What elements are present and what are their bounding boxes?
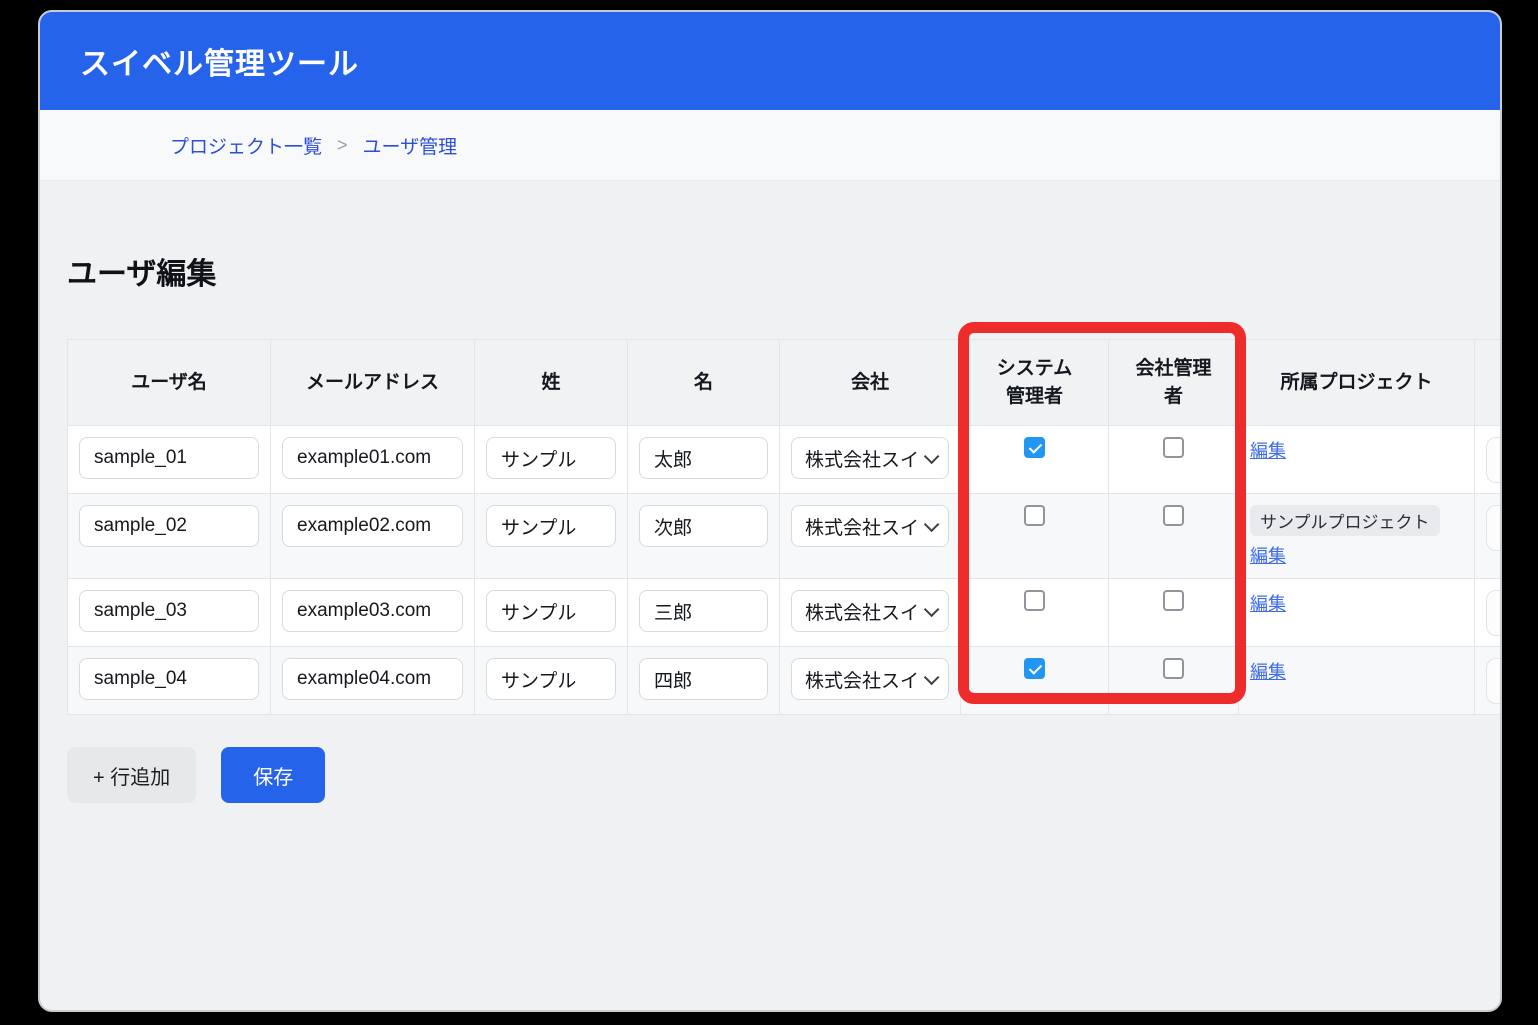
username-input[interactable] xyxy=(79,437,259,479)
company-select-value: 株式会社スイ xyxy=(805,598,919,625)
main-content: ユーザ編集 ユーザ名 メールアドレス 姓 名 会社 システム 管理者 会社管理 … xyxy=(40,249,1500,803)
username-input[interactable] xyxy=(79,590,259,632)
change-button[interactable]: 変更 xyxy=(1486,437,1502,483)
company-admin-checkbox[interactable] xyxy=(1163,505,1184,526)
app-header: スイベル管理ツール xyxy=(40,12,1500,110)
chevron-down-icon xyxy=(924,448,940,464)
company-select-value: 株式会社スイ xyxy=(805,513,919,540)
chevron-down-icon xyxy=(924,516,940,532)
header-first-name: 名 xyxy=(628,340,780,426)
last-name-input[interactable] xyxy=(486,590,616,632)
edit-projects-link[interactable]: 編集 xyxy=(1250,658,1286,684)
change-button[interactable]: 変更 xyxy=(1486,505,1502,551)
email-input[interactable] xyxy=(282,505,463,547)
system-admin-checkbox[interactable] xyxy=(1024,658,1045,679)
company-select[interactable]: 株式会社スイ xyxy=(791,505,949,547)
edit-projects-link[interactable]: 編集 xyxy=(1250,590,1286,616)
company-admin-checkbox[interactable] xyxy=(1163,658,1184,679)
header-last-name: 姓 xyxy=(475,340,628,426)
company-select[interactable]: 株式会社スイ xyxy=(791,658,949,700)
header-company: 会社 xyxy=(780,340,961,426)
username-input[interactable] xyxy=(79,658,259,700)
breadcrumb-separator: > xyxy=(337,135,348,156)
table-header-row: ユーザ名 メールアドレス 姓 名 会社 システム 管理者 会社管理 者 所属プロ… xyxy=(68,340,1503,426)
header-actions xyxy=(1475,340,1503,426)
first-name-input[interactable] xyxy=(639,505,768,547)
header-username: ユーザ名 xyxy=(68,340,271,426)
header-system-admin: システム 管理者 xyxy=(961,340,1109,426)
last-name-input[interactable] xyxy=(486,505,616,547)
change-button[interactable]: 変更 xyxy=(1486,658,1502,704)
header-projects: 所属プロジェクト xyxy=(1239,340,1475,426)
edit-projects-link[interactable]: 編集 xyxy=(1250,542,1286,568)
last-name-input[interactable] xyxy=(486,658,616,700)
table-row: 株式会社スイ 編集 変更 xyxy=(68,426,1503,494)
email-input[interactable] xyxy=(282,658,463,700)
page-title: ユーザ編集 xyxy=(67,249,1500,293)
app-window: スイベル管理ツール プロジェクト一覧 > ユーザ管理 ユーザ編集 ユーザ名 メー… xyxy=(38,10,1502,1012)
add-row-button[interactable]: + 行追加 xyxy=(67,747,196,803)
email-input[interactable] xyxy=(282,437,463,479)
email-input[interactable] xyxy=(282,590,463,632)
project-tag: サンプルプロジェクト xyxy=(1250,505,1440,536)
breadcrumb: プロジェクト一覧 > ユーザ管理 xyxy=(40,110,1500,181)
header-company-admin: 会社管理 者 xyxy=(1109,340,1239,426)
company-admin-checkbox[interactable] xyxy=(1163,590,1184,611)
app-title: スイベル管理ツール xyxy=(80,39,359,83)
table-actions: + 行追加 保存 xyxy=(67,747,1500,803)
company-select[interactable]: 株式会社スイ xyxy=(791,437,949,479)
edit-projects-link[interactable]: 編集 xyxy=(1250,437,1286,463)
system-admin-checkbox[interactable] xyxy=(1024,505,1045,526)
table-row: 株式会社スイ 編集 変更 xyxy=(68,579,1503,647)
user-table: ユーザ名 メールアドレス 姓 名 会社 システム 管理者 会社管理 者 所属プロ… xyxy=(67,339,1502,715)
breadcrumb-projects-link[interactable]: プロジェクト一覧 xyxy=(170,132,322,159)
company-admin-checkbox[interactable] xyxy=(1163,437,1184,458)
system-admin-checkbox[interactable] xyxy=(1024,590,1045,611)
header-email: メールアドレス xyxy=(271,340,475,426)
change-button[interactable]: 変更 xyxy=(1486,590,1502,636)
first-name-input[interactable] xyxy=(639,658,768,700)
table-row: 株式会社スイ 編集 変更 xyxy=(68,647,1503,715)
last-name-input[interactable] xyxy=(486,437,616,479)
breadcrumb-user-management-link[interactable]: ユーザ管理 xyxy=(363,132,458,159)
system-admin-checkbox[interactable] xyxy=(1024,437,1045,458)
save-button[interactable]: 保存 xyxy=(221,747,325,803)
username-input[interactable] xyxy=(79,505,259,547)
chevron-down-icon xyxy=(924,669,940,685)
table-row: 株式会社スイ サンプルプロジェクト編集 変更 xyxy=(68,494,1503,579)
company-select[interactable]: 株式会社スイ xyxy=(791,590,949,632)
first-name-input[interactable] xyxy=(639,590,768,632)
company-select-value: 株式会社スイ xyxy=(805,666,919,693)
chevron-down-icon xyxy=(924,601,940,617)
first-name-input[interactable] xyxy=(639,437,768,479)
company-select-value: 株式会社スイ xyxy=(805,445,919,472)
